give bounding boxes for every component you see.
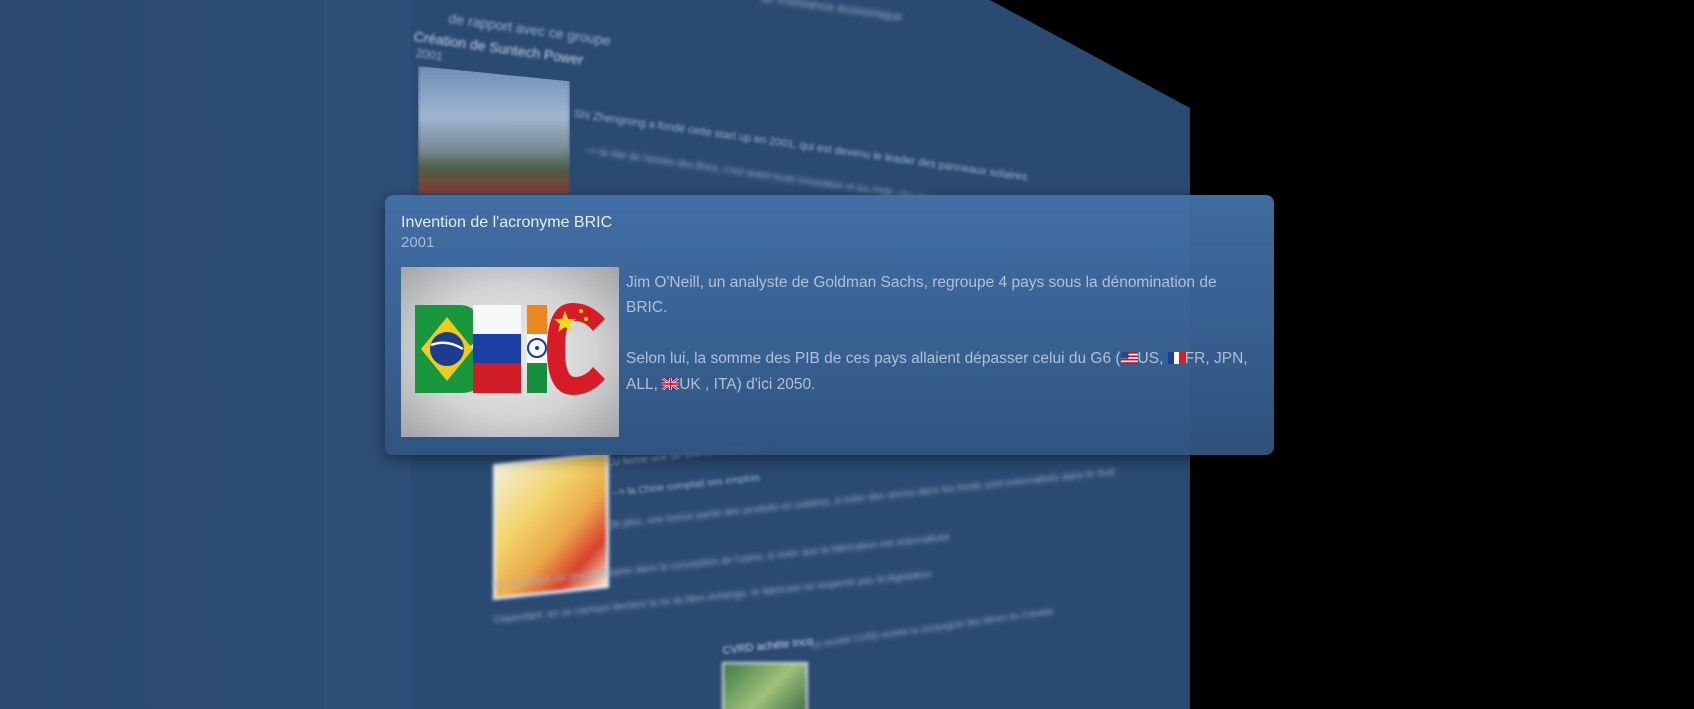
background-lu-text-3: De plus, une bonne partie des produits e… <box>607 466 1116 531</box>
background-cvrd-text: La société CVRD achète la compagnie des … <box>810 605 1054 650</box>
suntech-photo <box>418 66 570 194</box>
bric-logo-icon <box>415 303 605 395</box>
event-paragraph-2: Selon lui, la somme des PIB de ces pays … <box>626 346 1256 398</box>
background-lu-text-2: --> la Chine comptait ses emplois <box>612 472 761 499</box>
event-description: Jim O'Neill, un analyste de Goldman Sach… <box>626 270 1256 398</box>
us-flag-icon <box>1120 347 1138 372</box>
background-photo-text: Shi Zhengrong a fondé cette start up en … <box>573 108 1032 184</box>
france-flag-icon <box>1167 347 1185 372</box>
timeline-event-card[interactable]: Invention de l'acronyme BRIC 2001 Jim O'… <box>385 195 1274 455</box>
uk-flag-icon <box>661 373 680 398</box>
event-title: Invention de l'acronyme BRIC <box>401 214 613 231</box>
bric-logo-image <box>401 267 619 437</box>
background-section-year: 2001 <box>415 46 444 64</box>
cvrd-image <box>722 662 808 709</box>
background-left-column <box>0 0 325 709</box>
us-label: US, <box>1137 350 1168 367</box>
background-top-right-text: de croissance économique <box>759 0 904 24</box>
event-year: 2001 <box>401 234 435 251</box>
uk-label: UK , ITA) d'ici 2050. <box>679 376 816 393</box>
event-paragraph-1: Jim O'Neill, un analyste de Goldman Sach… <box>626 274 1217 316</box>
background-cvrd-title: CVRD achète Inco <box>722 635 814 657</box>
paragraph-2-start: Selon lui, la somme des PIB de ces pays … <box>626 350 1121 367</box>
